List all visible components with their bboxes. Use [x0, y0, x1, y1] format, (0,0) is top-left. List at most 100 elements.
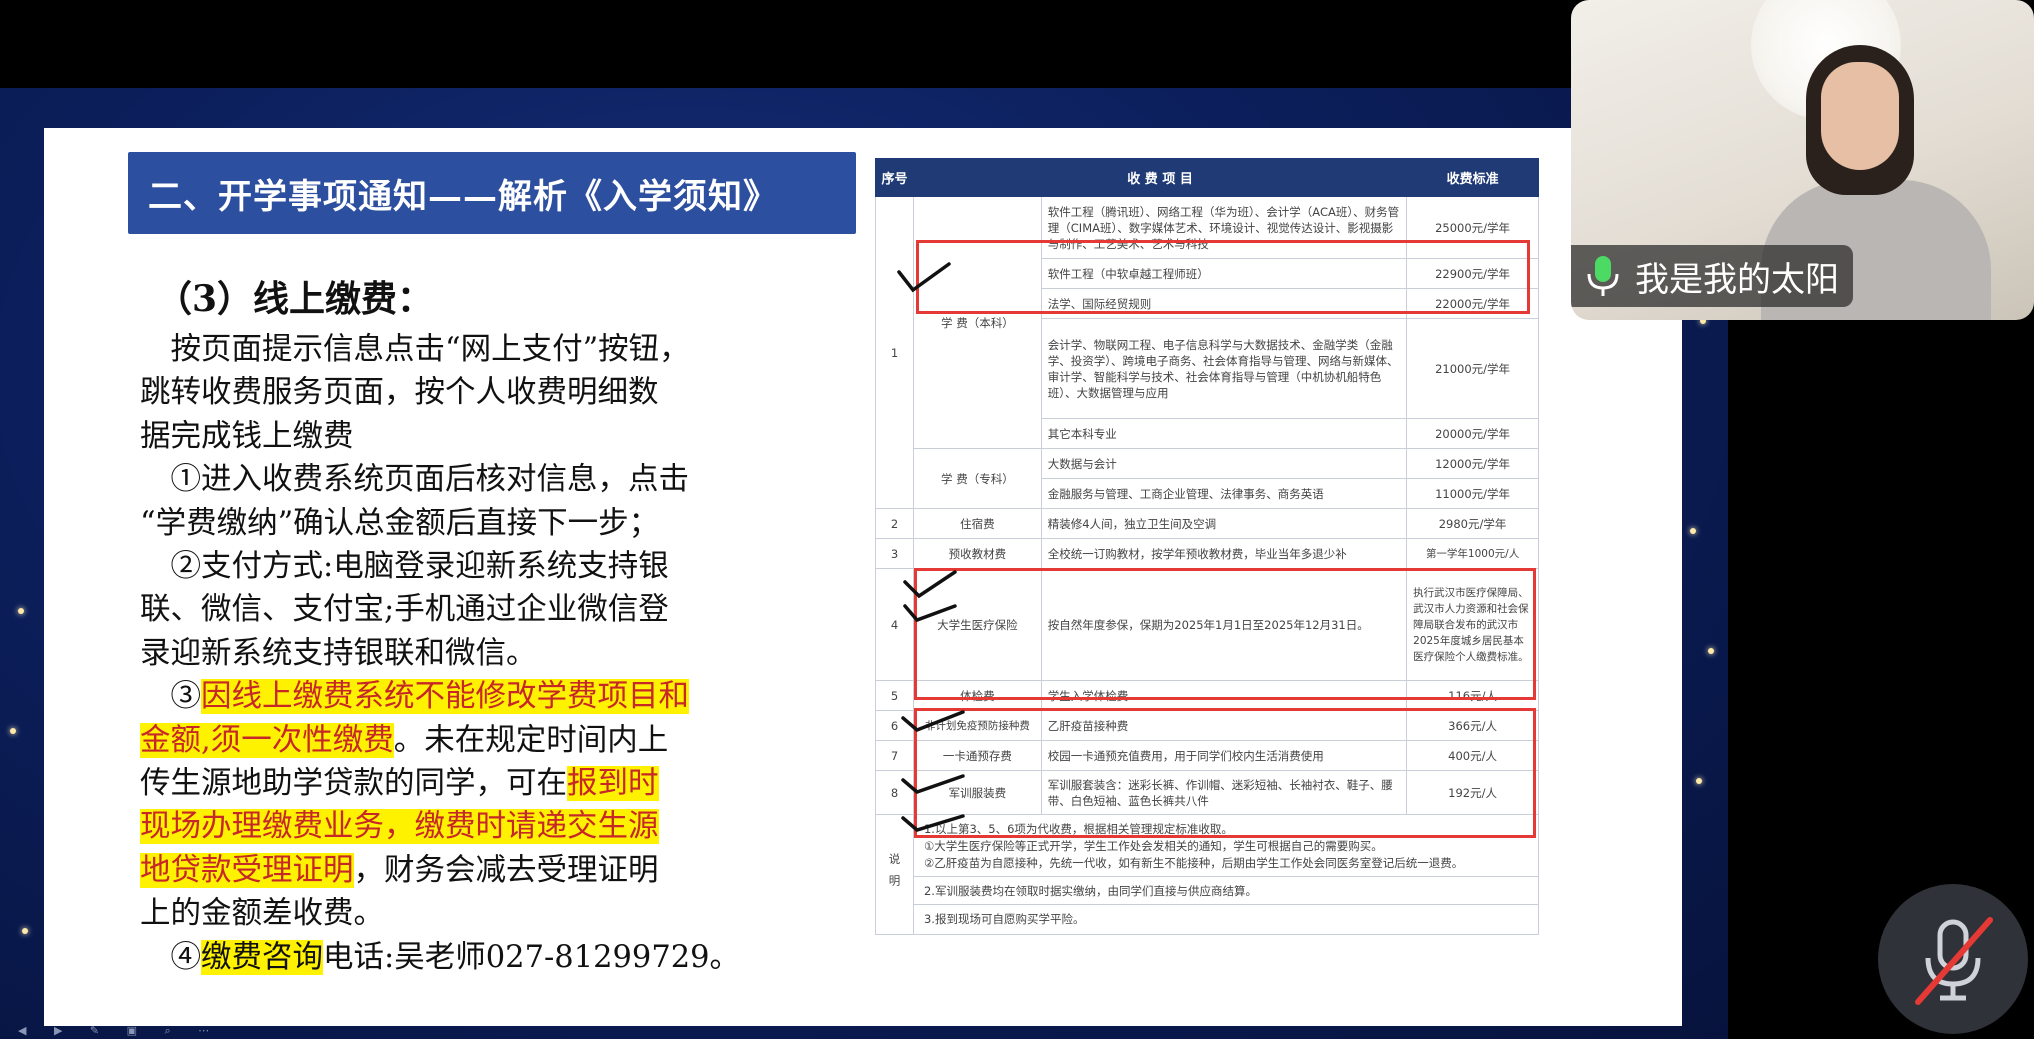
fee-cell: 第一学年1000元/人 — [1406, 538, 1539, 569]
fee-cell: 400元/人 — [1406, 740, 1539, 771]
mic-active-icon — [1587, 256, 1619, 296]
text-line: 金额,须一次性缴费。未在规定时间内上 — [140, 719, 860, 762]
participant-video-tile[interactable]: 我是我的太阳 — [1571, 0, 2034, 320]
item-cell: 精装修4人间，独立卫生间及空调 — [1040, 508, 1408, 539]
star-decoration — [18, 608, 24, 614]
text-line: “学费缴纳”确认总金额后直接下一步； — [140, 505, 660, 541]
seq-cell: 4 — [875, 568, 914, 681]
fee-cell: 366元/人 — [1406, 710, 1539, 741]
slide-toolbar[interactable]: ◀ ▶ ✎ ▣ ⌕ ⋯ — [0, 1024, 300, 1039]
text-fragment: ，财务会减去受理证明 — [353, 852, 659, 888]
text-line: 跳转收费服务页面，按个人收费明细数 — [140, 375, 659, 411]
note-line: 3.报到现场可自愿购买学平险。 — [913, 904, 1538, 928]
star-decoration — [10, 728, 16, 734]
item-prefix: ③ — [140, 679, 201, 715]
text-line: 据完成钱上缴费 — [140, 418, 354, 454]
header-fee: 收费标准 — [1406, 158, 1539, 197]
category-cell: 学 费（专科） — [912, 448, 1042, 509]
fee-cell: 20000元/学年 — [1406, 418, 1539, 449]
name-cell: 一卡通预存费 — [912, 740, 1042, 771]
item-prefix: ④ — [140, 939, 201, 975]
table-row: 2 住宿费 精装修4人间，独立卫生间及空调 2980元/学年 — [875, 508, 1539, 539]
item-cell: 软件工程（腾讯班）、网络工程（华为班）、会计学（ACA班）、财务管理（CIMA班… — [1040, 196, 1408, 259]
text-line: 现场办理缴费业务，缴费时请递交生源 — [140, 805, 860, 848]
seq-cell: 2 — [875, 508, 914, 539]
highlight: 报到时 — [567, 766, 659, 802]
note-line: ②乙肝疫苗为自愿接种，先统一代收，如有新生不能接种，后期由学生工作处会同医务室登… — [923, 856, 1464, 870]
text-line: ①进入收费系统页面后核对信息，点击 — [140, 462, 689, 498]
participant-face — [1821, 62, 1899, 170]
item-cell: 全校统一订购教材，按学年预收教材费，毕业当年多退少补 — [1040, 538, 1408, 569]
item-cell: 大数据与会计 — [1040, 448, 1408, 479]
table-row: 1 学 费（本科） 软件工程（腾讯班）、网络工程（华为班）、会计学（ACA班）、… — [875, 196, 1539, 509]
name-cell: 大学生医疗保险 — [912, 568, 1042, 681]
item-cell: 其它本科专业 — [1040, 418, 1408, 449]
item-cell: 软件工程（中软卓越工程师班） — [1040, 258, 1408, 289]
mic-muted-icon — [1915, 917, 1993, 1005]
name-cell: 军训服装费 — [912, 770, 1042, 815]
item-cell: 学生入学体检费 — [1040, 680, 1408, 711]
slide-body: 按页面提示信息点击“网上支付”按钮， 跳转收费服务页面，按个人收费明细数 据完成… — [140, 328, 860, 979]
table-row: 学 费（专科） 大数据与会计 12000元/学年 — [876, 448, 1539, 509]
fee-cell: 21000元/学年 — [1406, 318, 1539, 419]
text-fragment: 。未在规定时间内上 — [393, 722, 669, 758]
highlight: 缴费咨询 — [201, 939, 323, 975]
text-line: ②支付方式:电脑登录迎新系统支持银 — [140, 549, 669, 585]
item-cell: 按自然年度参保，保期为2025年1月1日至2025年12月31日。 — [1040, 568, 1408, 681]
text-line: ③因线上缴费系统不能修改学费项目和 — [140, 675, 860, 718]
item-cell: 军训服套装含：迷彩长裤、作训帽、迷彩短袖、长袖衬衣、鞋子、腰带、白色短袖、蓝色长… — [1040, 770, 1408, 815]
item-cell: 乙肝疫苗接种费 — [1040, 710, 1408, 741]
star-decoration — [22, 928, 28, 934]
text-line: 上的金额差收费。 — [140, 896, 384, 932]
slide-title-bar: 二、开学事项通知——解析《入学须知》 — [128, 152, 856, 234]
header-seq: 序号 — [875, 158, 914, 197]
fee-cell: 192元/人 — [1406, 770, 1539, 815]
text-line: ④缴费咨询电话:吴老师027-81299729。 — [140, 936, 860, 979]
category-cell: 学 费（本科） — [912, 196, 1042, 449]
table-row: 6 非计划免疫预防接种费 乙肝疫苗接种费 366元/人 — [875, 710, 1539, 741]
highlight: 因线上缴费系统不能修改学费项目和 — [201, 679, 689, 715]
highlight: 金额,须一次性缴费 — [140, 722, 394, 758]
text-line: 传生源地助学贷款的同学，可在报到时 — [140, 762, 860, 805]
name-cell: 预收教材费 — [912, 538, 1042, 569]
text-line: 录迎新系统支持银联和微信。 — [140, 635, 537, 671]
table-row: 4 大学生医疗保险 按自然年度参保，保期为2025年1月1日至2025年12月3… — [875, 568, 1539, 681]
seq-cell: 6 — [875, 710, 914, 741]
table-row: 7 一卡通预存费 校园一卡通预充值费用，用于同学们校内生活消费使用 400元/人 — [875, 740, 1539, 771]
notes-cell: 1.以上第3、5、6项为代收费，根据相关管理规定标准收取。 ①大学生医疗保险等正… — [912, 814, 1540, 935]
section-heading: （3）线上缴费： — [156, 278, 434, 320]
seq-cell: 8 — [875, 770, 914, 815]
highlight: 现场办理缴费业务，缴费时请递交生源 — [140, 809, 659, 845]
slide: 二、开学事项通知——解析《入学须知》 （3）线上缴费： 按页面提示信息点击“网上… — [44, 128, 1682, 1026]
star-decoration — [1708, 648, 1714, 654]
seq-cell: 5 — [875, 680, 914, 711]
mute-microphone-button[interactable] — [1878, 884, 2028, 1034]
item-cell: 会计学、物联网工程、电子信息科学与大数据技术、金融学类（金融学、投资学）、跨境电… — [1040, 318, 1408, 419]
item-cell: 法学、国际经贸规则 — [1040, 288, 1408, 319]
fee-table-wrapper: 序号 收 费 项 目 收费标准 1 学 费（本科） 软件工程（腾讯班）、网络工程… — [875, 158, 1583, 935]
name-cell: 住宿费 — [912, 508, 1042, 539]
fee-cell: 22000元/学年 — [1406, 288, 1539, 319]
table-row: 3 预收教材费 全校统一订购教材，按学年预收教材费，毕业当年多退少补 第一学年1… — [875, 538, 1539, 569]
seq-cell: 3 — [875, 538, 914, 569]
fee-cell: 22900元/学年 — [1406, 258, 1539, 289]
notes-row: 说明 1.以上第3、5、6项为代收费，根据相关管理规定标准收取。 ①大学生医疗保… — [875, 814, 1540, 935]
seq-cell: 1 — [875, 196, 914, 509]
notes-label: 说明 — [875, 814, 914, 935]
text-fragment: 电话:吴老师027-81299729。 — [323, 939, 741, 975]
header-item: 收 费 项 目 — [912, 158, 1408, 197]
fee-cell: 执行武汉市医疗保障局、武汉市人力资源和社会保障局联合发布的武汉市2025年度城乡… — [1406, 568, 1539, 681]
participant-name-tag: 我是我的太阳 — [1571, 245, 1853, 307]
participant-name: 我是我的太阳 — [1635, 259, 1839, 300]
note-line: 1.以上第3、5、6项为代收费，根据相关管理规定标准收取。 — [923, 822, 1233, 836]
text-fragment: 传生源地助学贷款的同学，可在 — [140, 766, 567, 802]
fee-cell: 12000元/学年 — [1406, 448, 1539, 479]
note-line: ①大学生医疗保险等正式开学，学生工作处会发相关的通知，学生可根据自己的需要购买。 — [923, 839, 1383, 853]
text-line: 联、微信、支付宝;手机通过企业微信登 — [140, 592, 669, 628]
seq-cell: 7 — [875, 740, 914, 771]
table-row: 5 体检费 学生入学体检费 116元/人 — [875, 680, 1539, 711]
item-cell: 校园一卡通预充值费用，用于同学们校内生活消费使用 — [1040, 740, 1408, 771]
star-decoration — [1696, 778, 1702, 784]
text-line: 按页面提示信息点击“网上支付”按钮， — [140, 332, 690, 367]
fee-cell: 2980元/学年 — [1406, 508, 1539, 539]
